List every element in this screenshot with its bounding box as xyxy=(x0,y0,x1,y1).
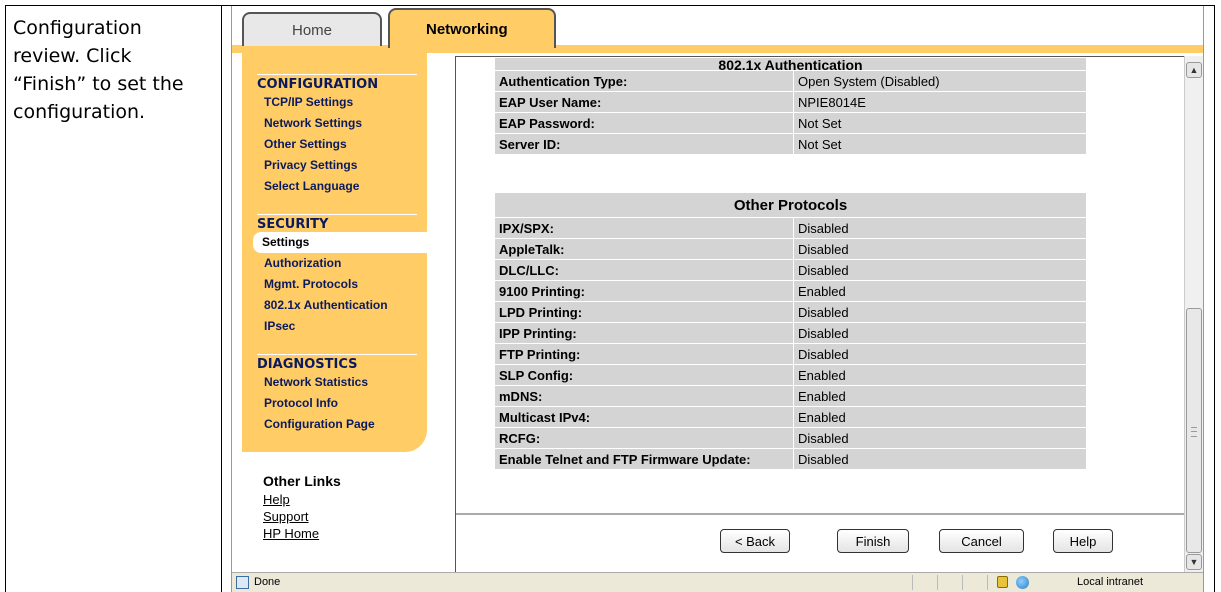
tab-networking[interactable]: Networking xyxy=(388,8,556,48)
sidebar-item-ipsec[interactable]: IPsec xyxy=(257,316,442,337)
sidebar-section-security: SECURITY Settings Authorization Mgmt. Pr… xyxy=(253,214,442,337)
auth-table: 802.1x Authentication Authentication Typ… xyxy=(494,57,1087,155)
sidebar: CONFIGURATION TCP/IP Settings Network Se… xyxy=(242,52,442,452)
table-row: IPX/SPX: Disabled xyxy=(495,218,1086,238)
browser-window: Home Networking CONFIGURATION TCP/IP Set… xyxy=(231,6,1204,592)
security-zone-label: Local intranet xyxy=(1077,576,1144,588)
page-done-icon xyxy=(236,576,249,589)
back-button[interactable]: < Back xyxy=(720,529,790,553)
scroll-up-icon[interactable]: ▲ xyxy=(1186,62,1202,78)
sidebar-item-settings[interactable]: Settings xyxy=(253,232,442,253)
intranet-globe-icon xyxy=(1016,576,1029,589)
other-links: Other Links Help Support HP Home xyxy=(263,473,341,542)
table-row: Authentication Type: Open System (Disable… xyxy=(495,71,1086,91)
cancel-button[interactable]: Cancel xyxy=(939,529,1024,553)
finish-button[interactable]: Finish xyxy=(837,529,909,553)
table-row: RCFG: Disabled xyxy=(495,428,1086,448)
hp-home-link[interactable]: HP Home xyxy=(263,525,341,542)
vertical-scrollbar[interactable]: ▲ ▼ xyxy=(1184,56,1203,572)
table-row: EAP Password: Not Set xyxy=(495,113,1086,133)
sidebar-item-network-statistics[interactable]: Network Statistics xyxy=(257,372,417,393)
scroll-down-icon[interactable]: ▼ xyxy=(1186,554,1202,570)
sidebar-item-other-settings[interactable]: Other Settings xyxy=(257,134,417,155)
help-link[interactable]: Help xyxy=(263,491,341,508)
status-bar: Done Local intranet xyxy=(232,572,1203,592)
content-frame: 802.1x Authentication Authentication Typ… xyxy=(455,56,1201,573)
table-column-divider xyxy=(221,6,222,592)
other-links-title: Other Links xyxy=(263,473,341,489)
sidebar-section-configuration: CONFIGURATION TCP/IP Settings Network Se… xyxy=(257,74,417,197)
table-row: IPP Printing: Disabled xyxy=(495,323,1086,343)
help-button[interactable]: Help xyxy=(1053,529,1113,553)
table-row: LPD Printing: Disabled xyxy=(495,302,1086,322)
sidebar-item-8021x-authentication[interactable]: 802.1x Authentication xyxy=(257,295,442,316)
table-row: AppleTalk: Disabled xyxy=(495,239,1086,259)
button-separator xyxy=(456,513,1184,515)
sidebar-item-select-language[interactable]: Select Language xyxy=(257,176,417,197)
sidebar-heading-configuration: CONFIGURATION xyxy=(257,74,417,92)
sidebar-item-configuration-page[interactable]: Configuration Page xyxy=(257,414,417,435)
table-row: Enable Telnet and FTP Firmware Update: Di… xyxy=(495,449,1086,469)
sidebar-item-protocol-info[interactable]: Protocol Info xyxy=(257,393,417,414)
table-row: FTP Printing: Disabled xyxy=(495,344,1086,364)
sidebar-item-network-settings[interactable]: Network Settings xyxy=(257,113,417,134)
support-link[interactable]: Support xyxy=(263,508,341,525)
step-caption: Configuration review. Click “Finish” to … xyxy=(13,17,184,123)
status-text: Done xyxy=(254,576,281,588)
table-row: SLP Config: Enabled xyxy=(495,365,1086,385)
sidebar-item-privacy-settings[interactable]: Privacy Settings xyxy=(257,155,417,176)
table-row: Server ID: Not Set xyxy=(495,134,1086,154)
tab-strip: Home Networking xyxy=(232,6,1203,53)
lock-icon xyxy=(997,576,1008,588)
table-row: DLC/LLC: Disabled xyxy=(495,260,1086,280)
table-row: 9100 Printing: Enabled xyxy=(495,281,1086,301)
scrollbar-thumb[interactable] xyxy=(1186,308,1202,553)
protocols-table: Other Protocols IPX/SPX: Disabled AppleTa… xyxy=(494,192,1087,470)
sidebar-heading-security: SECURITY xyxy=(257,214,417,232)
auth-table-header: 802.1x Authentication xyxy=(495,58,1086,70)
sidebar-section-diagnostics: DIAGNOSTICS Network Statistics Protocol … xyxy=(257,354,417,435)
sidebar-item-tcpip-settings[interactable]: TCP/IP Settings xyxy=(257,92,417,113)
sidebar-heading-diagnostics: DIAGNOSTICS xyxy=(257,354,417,372)
sidebar-item-mgmt-protocols[interactable]: Mgmt. Protocols xyxy=(257,274,442,295)
sidebar-item-authorization[interactable]: Authorization xyxy=(257,253,442,274)
table-row: Multicast IPv4: Enabled xyxy=(495,407,1086,427)
protocols-table-header: Other Protocols xyxy=(495,193,1086,217)
tab-home[interactable]: Home xyxy=(242,12,382,46)
table-row: mDNS: Enabled xyxy=(495,386,1086,406)
table-row: EAP User Name: NPIE8014E xyxy=(495,92,1086,112)
